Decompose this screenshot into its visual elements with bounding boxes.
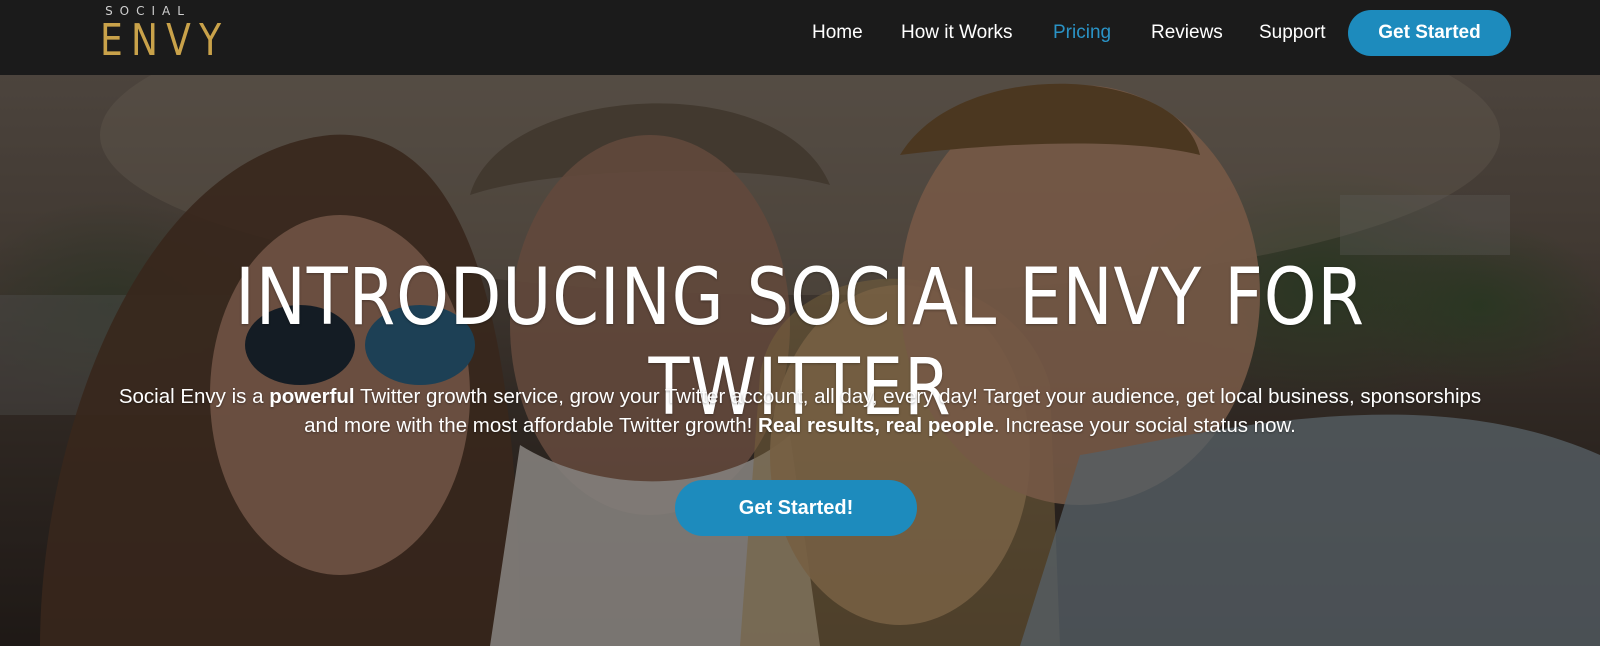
- nav-link-home[interactable]: Home: [812, 21, 863, 45]
- hero-text-bold-real-results: Real results, real people: [758, 414, 994, 437]
- hero-description: Social Envy is a powerful Twitter growth…: [110, 382, 1490, 440]
- top-navigation-bar: SOCIAL ENVY Home How it Works Pricing Re…: [0, 0, 1600, 75]
- nav-link-reviews[interactable]: Reviews: [1151, 21, 1223, 45]
- hero-text-bold-powerful: powerful: [269, 385, 355, 408]
- social-envy-logo[interactable]: SOCIAL ENVY: [98, 3, 238, 65]
- get-started-hero-button[interactable]: Get Started!: [675, 480, 917, 536]
- logo-big-text: ENVY: [100, 15, 230, 66]
- nav-link-pricing[interactable]: Pricing: [1053, 21, 1111, 45]
- hero-section: INTRODUCING SOCIAL ENVY FOR TWITTER Soci…: [0, 75, 1600, 646]
- nav-link-how-it-works[interactable]: How it Works: [901, 21, 1013, 45]
- get-started-nav-button[interactable]: Get Started: [1348, 10, 1511, 56]
- nav-link-support[interactable]: Support: [1259, 21, 1326, 45]
- hero-text-part-1: Social Envy is a: [118, 385, 270, 408]
- hero-text-part-3: . Increase your social status now.: [993, 414, 1296, 437]
